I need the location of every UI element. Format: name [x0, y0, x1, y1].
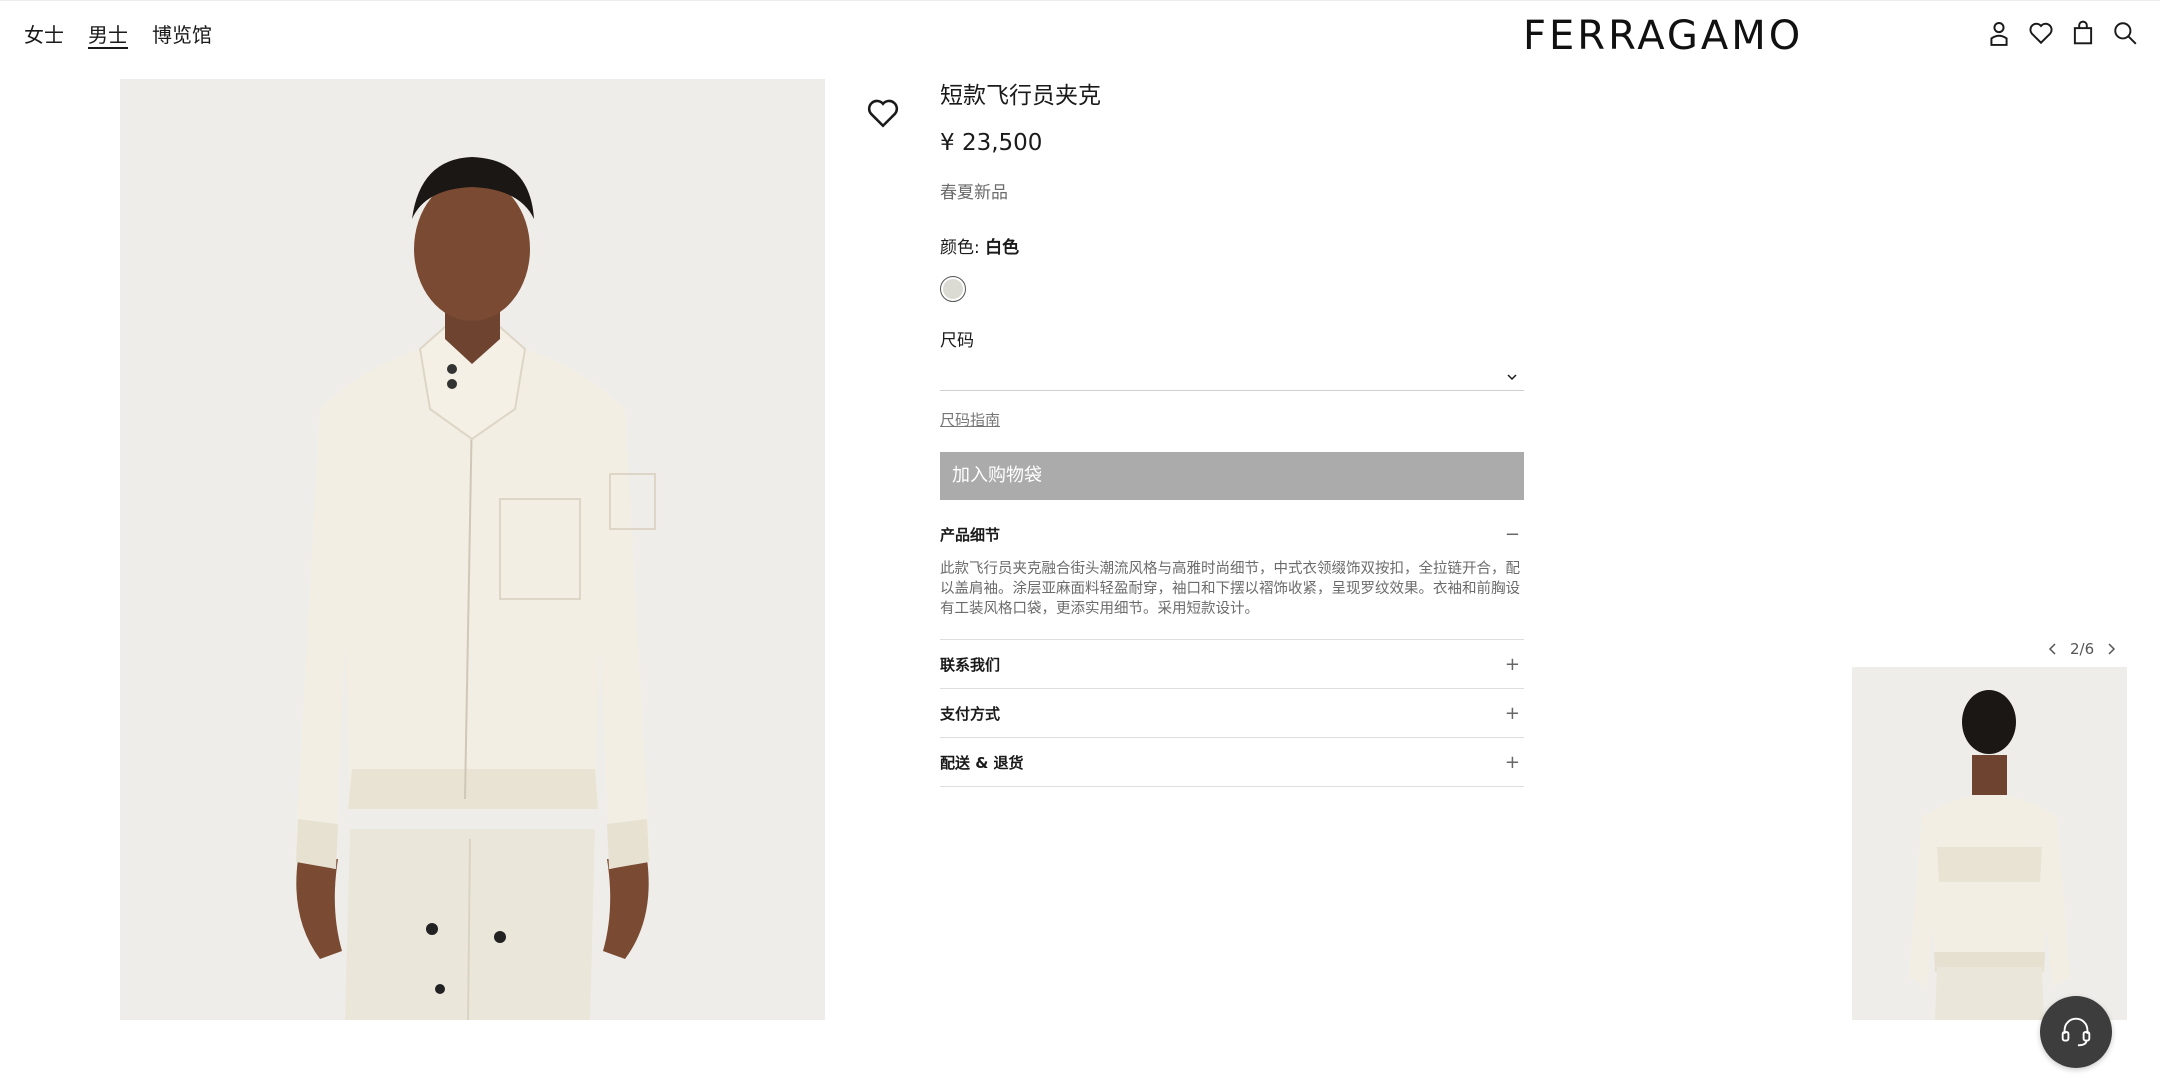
search-icon[interactable] — [2112, 19, 2138, 47]
main-product-image[interactable] — [120, 79, 825, 1020]
add-to-bag-button[interactable]: 加入购物袋 — [940, 452, 1524, 500]
accordion-payment-title: 支付方式 — [940, 704, 1001, 723]
product-info: 短款飞行员夹克 ¥ 23,500 春夏新品 颜色: 白色 尺码 尺码指南 加入购… — [940, 76, 1524, 787]
nav-men[interactable]: 男士 — [88, 19, 128, 48]
headset-icon — [2061, 1017, 2091, 1047]
bag-icon[interactable] — [2070, 19, 2096, 47]
collapse-icon[interactable]: − — [1505, 524, 1520, 545]
accordion-shipping-title: 配送 & 退货 — [940, 753, 1024, 772]
accordion-payment[interactable]: 支付方式 + — [940, 689, 1524, 738]
chevron-right-icon[interactable] — [2106, 642, 2116, 656]
expand-icon[interactable]: + — [1505, 654, 1520, 675]
color-row: 颜色: 白色 — [940, 233, 1524, 258]
expand-icon[interactable]: + — [1505, 703, 1520, 724]
main-nav: 女士 男士 博览馆 — [24, 19, 212, 48]
site-header: 女士 男士 博览馆 FERRAGAMO — [0, 0, 2160, 68]
gallery-thumbnail-back[interactable] — [1852, 667, 2127, 1020]
gallery-pager: 2/6 — [2048, 640, 2116, 658]
size-label: 尺码 — [940, 331, 974, 351]
customer-service-button[interactable] — [2040, 996, 2112, 1068]
accordion-details-header[interactable]: 产品细节 − — [940, 524, 1524, 545]
color-value: 白色 — [985, 238, 1020, 258]
accordion-product-details: 产品细节 − 此款飞行员夹克融合街头潮流风格与高雅时尚细节，中式衣领缀饰双按扣，… — [940, 524, 1524, 640]
expand-icon[interactable]: + — [1505, 752, 1520, 773]
gallery-counter: 2/6 — [2070, 640, 2095, 658]
header-actions — [1986, 19, 2138, 47]
nav-women[interactable]: 女士 — [24, 19, 64, 48]
account-icon[interactable] — [1986, 19, 2012, 47]
color-swatch-white[interactable] — [940, 276, 966, 302]
nav-museum[interactable]: 博览馆 — [152, 19, 212, 48]
product-tag: 春夏新品 — [940, 183, 1008, 203]
accordion-contact-title: 联系我们 — [940, 655, 1001, 674]
favorite-icon[interactable] — [866, 96, 900, 130]
product-title: 短款飞行员夹克 — [940, 83, 1101, 109]
jacket-back-illustration — [1852, 667, 2127, 1020]
wishlist-icon[interactable] — [2028, 19, 2054, 47]
product-price: ¥ 23,500 — [940, 130, 1043, 156]
brand-logo[interactable]: FERRAGAMO — [1523, 13, 1803, 59]
accordion-shipping[interactable]: 配送 & 退货 + — [940, 738, 1524, 787]
jacket-front-illustration — [120, 79, 825, 1020]
color-label: 颜色: — [940, 238, 980, 258]
accordion-contact[interactable]: 联系我们 + — [940, 640, 1524, 689]
size-guide-link[interactable]: 尺码指南 — [940, 409, 1000, 430]
size-dropdown[interactable] — [940, 365, 1524, 391]
product-description: 此款飞行员夹克融合街头潮流风格与高雅时尚细节，中式衣领缀饰双按扣，全拉链开合，配… — [940, 559, 1524, 640]
chevron-left-icon[interactable] — [2048, 642, 2058, 656]
accordion-details-title: 产品细节 — [940, 526, 1001, 544]
chevron-down-icon — [1507, 374, 1517, 381]
